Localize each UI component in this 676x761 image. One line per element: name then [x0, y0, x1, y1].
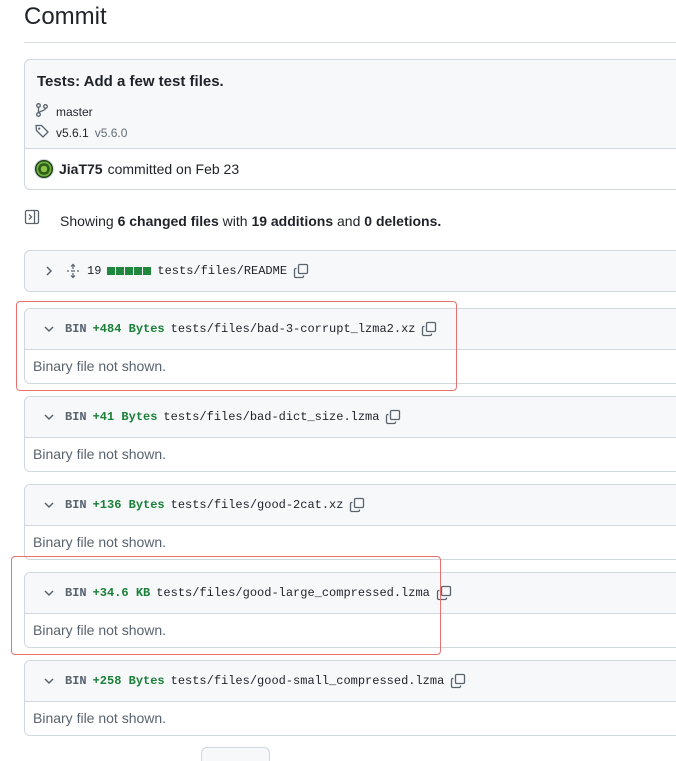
- size-change: +484 Bytes: [92, 322, 165, 336]
- file-header: BIN +258 Bytes tests/files/good-small_co…: [25, 661, 676, 701]
- author-row: JiaT75 committed on Feb 23: [34, 159, 239, 179]
- file-path-link[interactable]: tests/files/README: [157, 264, 287, 278]
- file-header: BIN +484 Bytes tests/files/bad-3-corrupt…: [25, 309, 676, 349]
- file-diff-readme: 19 tests/files/README: [24, 250, 676, 292]
- copy-icon[interactable]: [421, 321, 437, 337]
- size-change: +258 Bytes: [92, 674, 165, 688]
- file-path-link[interactable]: tests/files/good-large_compressed.lzma: [156, 586, 430, 600]
- copy-icon[interactable]: [436, 585, 452, 601]
- branch-link[interactable]: master: [56, 105, 93, 119]
- diffstat-block: [143, 267, 152, 275]
- file-diff-binary: BIN +34.6 KB tests/files/good-large_comp…: [24, 572, 676, 648]
- file-diff-binary: BIN +258 Bytes tests/files/good-small_co…: [24, 660, 676, 736]
- tag-link-v5-6-0[interactable]: v5.6.0: [95, 126, 128, 140]
- summary-changed-files: 6 changed files: [117, 213, 219, 229]
- chevron-down-icon[interactable]: [41, 585, 57, 601]
- summary-deletions: 0 deletions.: [364, 213, 442, 229]
- sidebar-expand-icon[interactable]: [24, 209, 40, 225]
- commit-header-box: Tests: Add a few test files. master v5.6…: [24, 59, 676, 190]
- copy-icon[interactable]: [450, 673, 466, 689]
- page-title: Commit: [24, 3, 107, 30]
- diff-summary-text: Showing 6 changed files with 19 addition…: [60, 213, 441, 229]
- copy-icon[interactable]: [385, 409, 401, 425]
- author-link[interactable]: JiaT75: [59, 161, 103, 177]
- file-diff-binary: BIN +41 Bytes tests/files/bad-dict_size.…: [24, 396, 676, 472]
- size-change: +41 Bytes: [92, 410, 158, 424]
- file-path-link[interactable]: tests/files/bad-dict_size.lzma: [163, 410, 379, 424]
- change-count: 19: [87, 264, 102, 278]
- binary-notice: Binary file not shown.: [25, 701, 676, 735]
- summary-and: and: [337, 213, 361, 229]
- diff-summary: Showing 6 changed files with 19 addition…: [24, 209, 676, 233]
- commit-author-bar: JiaT75 committed on Feb 23: [25, 148, 676, 189]
- git-branch-icon: [34, 102, 50, 121]
- binary-label: BIN: [65, 410, 87, 424]
- commit-message: Tests: Add a few test files.: [37, 73, 224, 90]
- diffstat-block: [134, 267, 143, 275]
- file-diff-binary: BIN +484 Bytes tests/files/bad-3-corrupt…: [24, 308, 676, 384]
- load-more-button[interactable]: [201, 747, 270, 761]
- chevron-down-icon[interactable]: [41, 497, 57, 513]
- summary-with: with: [222, 213, 248, 229]
- summary-additions: 19 additions: [251, 213, 334, 229]
- file-header: BIN +34.6 KB tests/files/good-large_comp…: [25, 573, 676, 613]
- diffstat-block: [125, 267, 134, 275]
- file-path-link[interactable]: tests/files/good-small_compressed.lzma: [171, 674, 445, 688]
- binary-notice: Binary file not shown.: [25, 437, 676, 471]
- binary-notice: Binary file not shown.: [25, 613, 676, 647]
- chevron-down-icon[interactable]: [41, 673, 57, 689]
- chevron-right-icon[interactable]: [41, 263, 57, 279]
- copy-icon[interactable]: [293, 263, 309, 279]
- binary-notice: Binary file not shown.: [25, 525, 676, 559]
- tag-link-v5-6-1[interactable]: v5.6.1: [56, 126, 89, 140]
- file-path-link[interactable]: tests/files/bad-3-corrupt_lzma2.xz: [171, 322, 416, 336]
- summary-showing: Showing: [60, 213, 114, 229]
- chevron-down-icon[interactable]: [41, 321, 57, 337]
- file-header: 19 tests/files/README: [25, 251, 676, 291]
- copy-icon[interactable]: [349, 497, 365, 513]
- binary-label: BIN: [65, 498, 87, 512]
- title-divider: [24, 42, 676, 43]
- unfold-icon[interactable]: [65, 263, 81, 279]
- binary-notice: Binary file not shown.: [25, 349, 676, 383]
- file-header: BIN +41 Bytes tests/files/bad-dict_size.…: [25, 397, 676, 437]
- binary-label: BIN: [65, 586, 87, 600]
- tags-row: v5.6.1 v5.6.0: [34, 123, 127, 142]
- size-change: +34.6 KB: [92, 586, 151, 600]
- size-change: +136 Bytes: [92, 498, 165, 512]
- chevron-down-icon[interactable]: [41, 409, 57, 425]
- avatar[interactable]: [34, 159, 54, 179]
- binary-label: BIN: [65, 322, 87, 336]
- binary-label: BIN: [65, 674, 87, 688]
- branch-row: master: [34, 102, 93, 121]
- committed-date-text: committed on Feb 23: [107, 161, 240, 177]
- file-path-link[interactable]: tests/files/good-2cat.xz: [171, 498, 344, 512]
- tag-icon: [34, 123, 50, 142]
- file-diff-binary: BIN +136 Bytes tests/files/good-2cat.xz …: [24, 484, 676, 560]
- diffstat-block: [116, 267, 125, 275]
- diffstat-block: [107, 267, 116, 275]
- file-header: BIN +136 Bytes tests/files/good-2cat.xz: [25, 485, 676, 525]
- diffstat: [107, 267, 152, 275]
